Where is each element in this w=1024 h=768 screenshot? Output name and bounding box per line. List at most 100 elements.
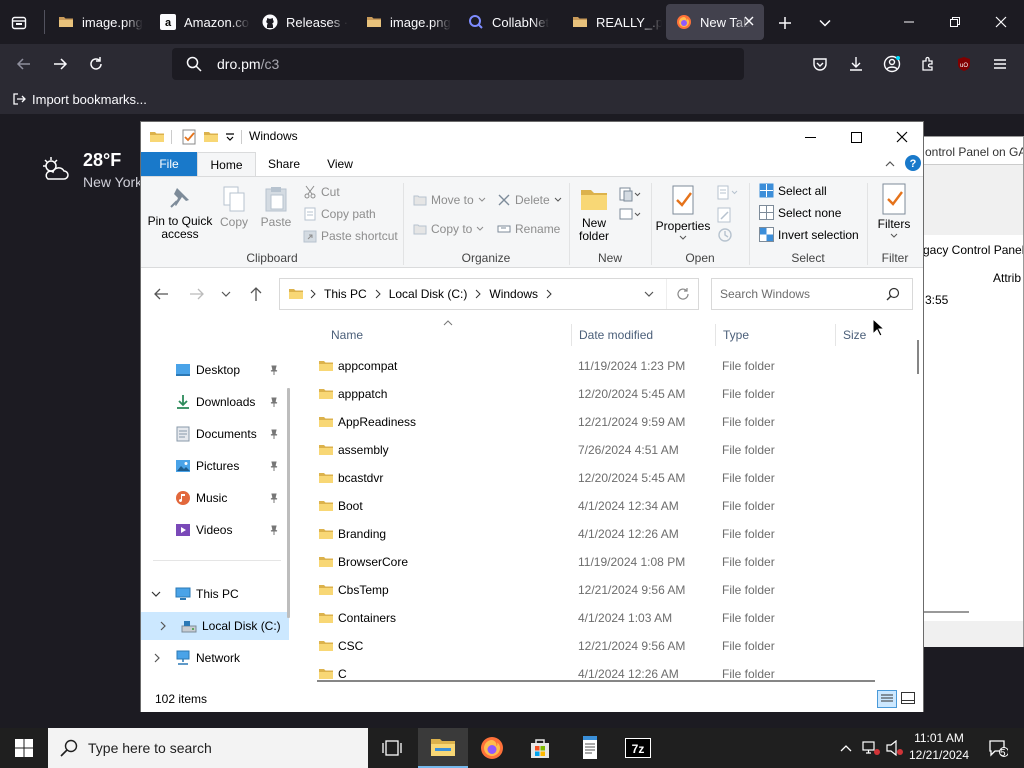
- nav-item-documents[interactable]: Documents: [141, 420, 289, 448]
- file-row[interactable]: Boot 4/1/2024 12:34 AM File folder: [298, 492, 898, 520]
- column-size[interactable]: Size: [843, 328, 866, 342]
- volume-muted-icon[interactable]: [884, 728, 906, 768]
- filters-button[interactable]: Filters: [871, 183, 917, 240]
- start-button[interactable]: [0, 728, 48, 768]
- notification-center-icon[interactable]: 5: [978, 728, 1018, 768]
- back-arrow-icon[interactable]: [10, 50, 38, 78]
- firefox-view-icon[interactable]: [6, 10, 32, 36]
- select-none-button[interactable]: Select none: [759, 205, 841, 220]
- paste-shortcut-button[interactable]: Paste shortcut: [303, 229, 398, 243]
- cut-button[interactable]: Cut: [303, 185, 340, 199]
- browser-tab-1[interactable]: image.png: [48, 4, 148, 40]
- tab-home[interactable]: Home: [197, 152, 256, 176]
- file-row[interactable]: CSC 12/21/2024 9:56 AM File folder: [298, 632, 898, 660]
- refresh-icon[interactable]: [666, 279, 698, 309]
- up-arrow-icon[interactable]: [249, 286, 263, 302]
- large-icons-view-icon[interactable]: [901, 692, 915, 704]
- move-to-button[interactable]: Move to: [413, 193, 486, 207]
- delete-button[interactable]: Delete: [497, 193, 562, 207]
- 7zip-icon[interactable]: 7z: [614, 728, 662, 768]
- chevron-right-icon[interactable]: [375, 289, 381, 299]
- file-explorer-taskbar-icon[interactable]: [418, 728, 468, 768]
- properties-button[interactable]: Properties: [655, 185, 711, 242]
- import-bookmarks-link[interactable]: Import bookmarks...: [32, 92, 147, 107]
- customize-toolbar-chevron-icon[interactable]: [225, 132, 235, 142]
- close-tab-icon[interactable]: [742, 14, 756, 28]
- tab-share[interactable]: Share: [256, 152, 312, 176]
- history-icon[interactable]: [717, 227, 733, 243]
- nav-item-this-pc[interactable]: This PC: [141, 580, 289, 608]
- pin-quick-access-button[interactable]: Pin to Quick access: [147, 185, 213, 241]
- tab-view[interactable]: View: [312, 152, 368, 176]
- ublock-origin-icon[interactable]: uO: [950, 50, 978, 78]
- breadcrumb-this-pc[interactable]: This PC: [324, 287, 367, 301]
- forward-arrow-icon[interactable]: [189, 287, 205, 301]
- file-row[interactable]: apppatch 12/20/2024 5:45 AM File folder: [298, 380, 898, 408]
- nav-item-network[interactable]: Network: [141, 644, 289, 672]
- file-row[interactable]: Containers 4/1/2024 1:03 AM File folder: [298, 604, 898, 632]
- minimize-icon[interactable]: [886, 8, 932, 36]
- select-all-button[interactable]: Select all: [759, 183, 827, 198]
- address-dropdown-chevron-icon[interactable]: [644, 289, 654, 299]
- nav-item-downloads[interactable]: Downloads: [141, 388, 289, 416]
- copy-to-button[interactable]: Copy to: [413, 222, 484, 236]
- maximize-icon[interactable]: [833, 122, 879, 152]
- notepad-icon[interactable]: [566, 728, 614, 768]
- nav-item-pictures[interactable]: Pictures: [141, 452, 289, 480]
- file-row[interactable]: BrowserCore 11/19/2024 1:08 PM File fold…: [298, 548, 898, 576]
- browser-tab-2[interactable]: a Amazon.com: [150, 4, 250, 40]
- browser-tab-4[interactable]: image.png: [356, 4, 456, 40]
- copy-button[interactable]: Copy: [217, 185, 251, 229]
- file-row[interactable]: CbsTemp 12/21/2024 9:56 AM File folder: [298, 576, 898, 604]
- browser-tab-5[interactable]: CollabNet: [458, 4, 558, 40]
- column-name[interactable]: Name: [331, 328, 363, 342]
- tab-file[interactable]: File: [141, 152, 197, 176]
- new-folder-button[interactable]: New folder: [575, 185, 613, 243]
- taskbar-search-box[interactable]: Type here to search: [48, 728, 368, 768]
- new-folder-icon[interactable]: [203, 129, 219, 145]
- search-box[interactable]: Search Windows: [711, 278, 913, 310]
- system-clock[interactable]: 11:01 AM 12/21/2024: [906, 730, 972, 764]
- copy-path-button[interactable]: Copy path: [303, 207, 376, 221]
- list-tabs-chevron-icon[interactable]: [812, 10, 838, 36]
- file-row[interactable]: assembly 7/26/2024 4:51 AM File folder: [298, 436, 898, 464]
- new-item-icon[interactable]: [619, 187, 641, 203]
- properties-checkmark-icon[interactable]: [181, 129, 197, 145]
- url-bar[interactable]: dro.pm/c3: [172, 48, 744, 80]
- column-type[interactable]: Type: [723, 328, 749, 342]
- reload-icon[interactable]: [82, 50, 110, 78]
- details-view-icon[interactable]: [877, 690, 897, 708]
- help-icon[interactable]: ?: [905, 155, 921, 171]
- file-row[interactable]: appcompat 11/19/2024 1:23 PM File folder: [298, 352, 898, 380]
- microsoft-store-icon[interactable]: [516, 728, 564, 768]
- edit-icon[interactable]: [717, 207, 733, 223]
- firefox-taskbar-icon[interactable]: [468, 728, 516, 768]
- horizontal-scrollbar[interactable]: [291, 674, 911, 686]
- breadcrumb-local-disk[interactable]: Local Disk (C:): [389, 287, 468, 301]
- forward-arrow-icon[interactable]: [46, 50, 74, 78]
- network-status-icon[interactable]: [858, 728, 884, 768]
- nav-item-desktop[interactable]: Desktop: [141, 356, 289, 384]
- pocket-icon[interactable]: [806, 50, 834, 78]
- breadcrumb-windows[interactable]: Windows: [489, 287, 538, 301]
- address-bar[interactable]: This PC Local Disk (C:) Windows: [279, 278, 699, 310]
- task-view-icon[interactable]: [368, 728, 416, 768]
- browser-tab-3[interactable]: Releases ·: [252, 4, 352, 40]
- show-hidden-icons-chevron-icon[interactable]: [834, 728, 858, 768]
- invert-selection-button[interactable]: Invert selection: [759, 227, 859, 242]
- restore-icon[interactable]: [932, 8, 978, 36]
- back-arrow-icon[interactable]: [153, 287, 169, 301]
- vertical-scrollbar[interactable]: [913, 320, 923, 676]
- file-row[interactable]: Branding 4/1/2024 12:26 AM File folder: [298, 520, 898, 548]
- rename-button[interactable]: Rename: [497, 222, 560, 236]
- extensions-icon[interactable]: [914, 50, 942, 78]
- hamburger-menu-icon[interactable]: [986, 50, 1014, 78]
- nav-item-music[interactable]: Music: [141, 484, 289, 512]
- column-date-modified[interactable]: Date modified: [579, 328, 653, 342]
- recent-locations-chevron-icon[interactable]: [221, 289, 231, 299]
- chevron-right-icon[interactable]: [475, 289, 482, 299]
- nav-item-videos[interactable]: Videos: [141, 516, 289, 544]
- nav-scrollbar[interactable]: [287, 388, 290, 618]
- close-window-icon[interactable]: [978, 8, 1024, 36]
- chevron-right-icon[interactable]: [546, 289, 552, 299]
